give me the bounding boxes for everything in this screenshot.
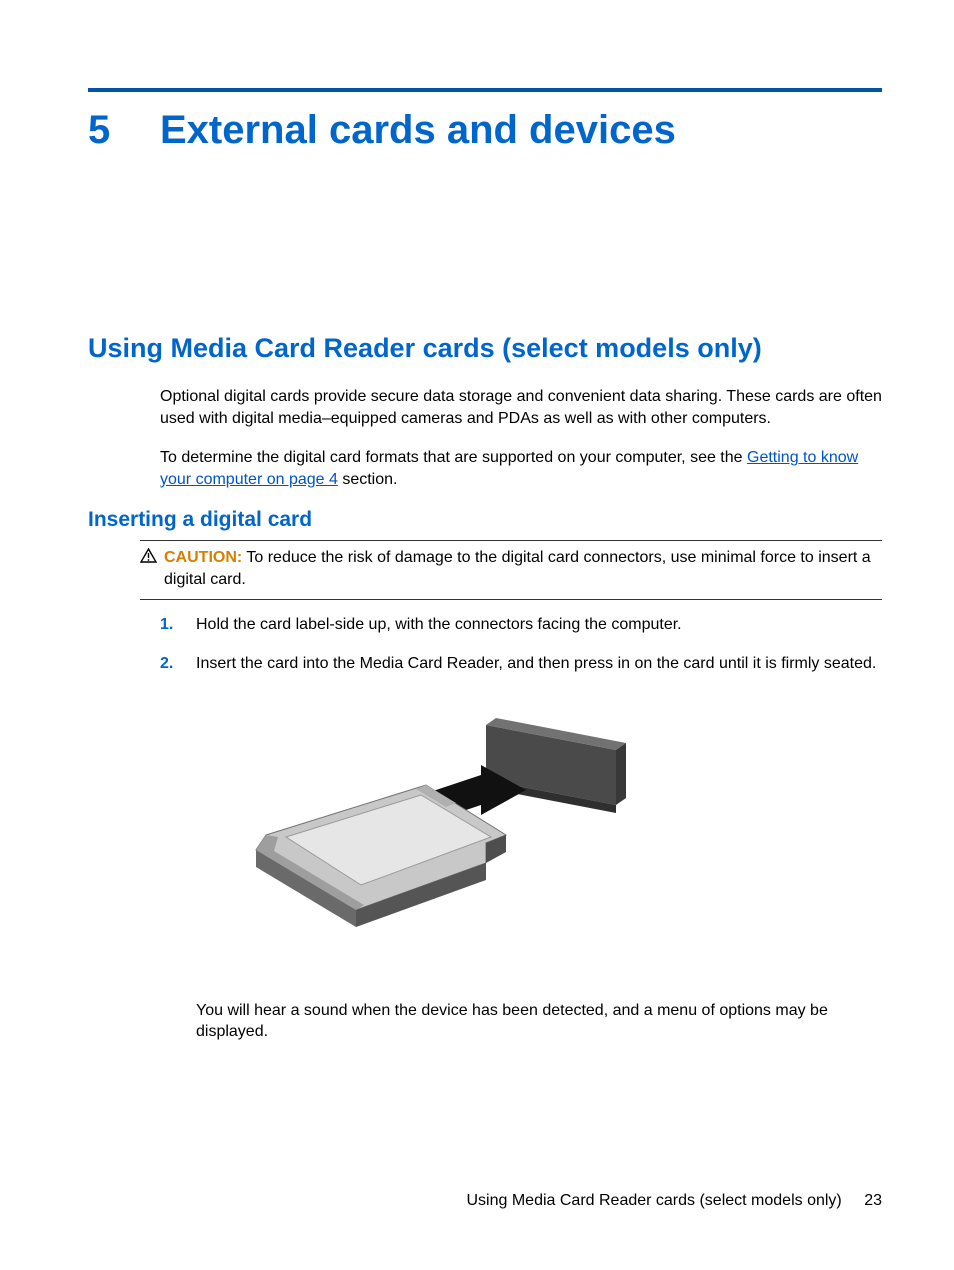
para2-pre: To determine the digital card formats th… [160, 449, 747, 466]
caution-block: CAUTION: To reduce the risk of damage to… [140, 540, 882, 599]
subsection-heading: Inserting a digital card [88, 508, 882, 532]
intro-paragraph-1: Optional digital cards provide secure da… [160, 386, 882, 429]
caution-label: CAUTION: [164, 549, 242, 566]
section-heading: Using Media Card Reader cards (select mo… [88, 333, 882, 364]
step-text: Hold the card label-side up, with the co… [196, 614, 882, 636]
footer-text: Using Media Card Reader cards (select mo… [466, 1192, 841, 1209]
chapter-rule [88, 88, 882, 92]
chapter-heading: 5 External cards and devices [88, 108, 882, 153]
step-text: Insert the card into the Media Card Read… [196, 653, 882, 675]
insert-card-figure [196, 705, 882, 970]
list-item: 2. Insert the card into the Media Card R… [160, 653, 882, 675]
chapter-title: External cards and devices [160, 108, 676, 153]
page-content: 5 External cards and devices Using Media… [0, 0, 954, 1043]
caution-text: CAUTION: To reduce the risk of damage to… [160, 547, 882, 590]
page-footer: Using Media Card Reader cards (select mo… [466, 1192, 882, 1210]
after-figure-paragraph: You will hear a sound when the device ha… [196, 1000, 882, 1043]
steps-list: 1. Hold the card label-side up, with the… [160, 614, 882, 675]
step-number: 1. [160, 614, 196, 636]
page-number: 23 [864, 1192, 882, 1209]
step-number: 2. [160, 653, 196, 675]
chapter-number: 5 [88, 108, 160, 153]
para2-post: section. [338, 471, 398, 488]
list-item: 1. Hold the card label-side up, with the… [160, 614, 882, 636]
caution-icon [140, 547, 160, 568]
intro-paragraph-2: To determine the digital card formats th… [160, 447, 882, 490]
caution-body: To reduce the risk of damage to the digi… [164, 549, 871, 588]
